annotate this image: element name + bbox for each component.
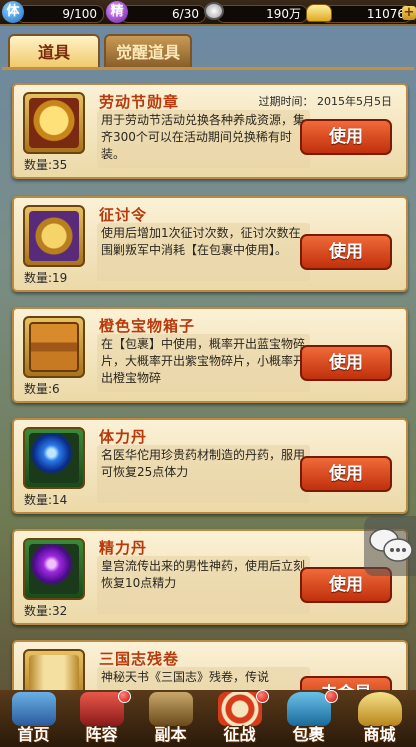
bottom-nav: 首页 阵容 副本 征战 包裹 商城 <box>0 690 416 747</box>
item-card: 数量:35 劳动节勋章 过期时间： 2015年5月5日 用于劳动节活动兑换各种养… <box>12 83 408 179</box>
item-icon-frame <box>23 205 85 267</box>
chat-bubbles-icon <box>369 528 413 562</box>
item-description: 名医华佗用珍贵药材制造的丹药，服用可恢复25点体力 <box>97 445 310 503</box>
stamina-stat: 9/100 体 <box>2 1 104 23</box>
nav-lineup[interactable]: 阵容 <box>72 690 131 747</box>
notification-badge <box>325 690 338 703</box>
chat-button[interactable] <box>364 516 416 576</box>
resource-bar: 9/100 体 6/30 精 190万 11076 + <box>0 0 416 26</box>
nav-label: 包裹 <box>292 725 325 744</box>
item-card: 数量:19 征讨令 使用后增加1次征讨次数，征讨次数在围剿叛军中消耗【在包裹中使… <box>12 196 408 292</box>
expiry-date: 2015年5月5日 <box>317 95 392 108</box>
blue-pill-icon <box>29 433 79 483</box>
tab-awakening-items[interactable]: 觉醒道具 <box>104 34 192 67</box>
item-description: 使用后增加1次征讨次数，征讨次数在围剿叛军中消耗【在包裹中使用】。 <box>97 223 310 281</box>
item-name: 橙色宝物箱子 <box>99 317 196 335</box>
use-button[interactable]: 使用 <box>300 119 392 155</box>
nav-home[interactable]: 首页 <box>4 690 63 747</box>
energy-stat: 6/30 精 <box>106 1 206 23</box>
energy-icon: 精 <box>106 1 128 23</box>
nav-dungeon[interactable]: 副本 <box>141 690 200 747</box>
nav-label: 阵容 <box>85 725 118 744</box>
item-icon-frame <box>23 427 85 489</box>
item-name: 体力丹 <box>99 428 148 446</box>
gold-ingot-icon <box>306 4 332 22</box>
add-gold-button[interactable]: + <box>402 6 416 20</box>
medal-icon <box>29 98 79 148</box>
nav-shop[interactable]: 商城 <box>350 690 409 747</box>
nav-bag[interactable]: 包裹 <box>279 690 338 747</box>
use-button[interactable]: 使用 <box>300 234 392 270</box>
item-quantity: 数量:19 <box>24 271 68 285</box>
stamina-icon: 体 <box>2 1 24 23</box>
nav-label: 副本 <box>154 725 187 744</box>
nav-label: 征战 <box>223 725 256 744</box>
item-expiry: 过期时间： 2015年5月5日 <box>259 93 393 109</box>
nav-label: 商城 <box>363 725 396 744</box>
treasure-chest-icon <box>29 322 79 372</box>
item-description: 皇宫流传出来的男性神药，使用后立刻恢复10点精力 <box>97 556 310 614</box>
item-card: 数量:14 体力丹 名医华佗用珍贵药材制造的丹药，服用可恢复25点体力 使用 <box>12 418 408 514</box>
item-description: 用于劳动节活动兑换各种养成资源，集齐300个可以在活动期间兑换稀有时装。 <box>97 110 310 168</box>
expiry-label: 过期时间： <box>258 95 314 108</box>
item-name: 精力丹 <box>99 539 148 557</box>
use-button[interactable]: 使用 <box>300 456 392 492</box>
energy-value: 6/30 <box>120 5 206 23</box>
item-quantity: 数量:32 <box>24 604 68 618</box>
item-icon-frame <box>23 316 85 378</box>
item-card: 数量:32 精力丹 皇宫流传出来的男性神药，使用后立刻恢复10点精力 使用 <box>12 529 408 625</box>
item-card: 数量:6 橙色宝物箱子 在【包裹】中使用，概率开出蓝宝物碎片，大概率开出紫宝物碎… <box>12 307 408 403</box>
coin-icon <box>204 2 224 20</box>
nav-battle[interactable]: 征战 <box>210 690 269 747</box>
stamina-value: 9/100 <box>16 5 104 23</box>
notification-badge <box>118 690 131 703</box>
nav-label: 首页 <box>17 725 50 744</box>
gold-stat: 11076 + <box>306 2 416 23</box>
use-button[interactable]: 使用 <box>300 345 392 381</box>
item-name: 征讨令 <box>99 206 148 224</box>
item-icon-frame <box>23 538 85 600</box>
item-list[interactable]: 数量:35 劳动节勋章 过期时间： 2015年5月5日 用于劳动节活动兑换各种养… <box>2 67 414 720</box>
item-quantity: 数量:6 <box>24 382 60 396</box>
token-icon <box>29 211 79 261</box>
tab-items[interactable]: 道具 <box>8 34 100 67</box>
notification-badge <box>256 690 269 703</box>
item-quantity: 数量:35 <box>24 158 68 172</box>
gold-value: 11076 <box>320 5 412 23</box>
coin-stat: 190万 <box>204 2 308 23</box>
item-quantity: 数量:14 <box>24 493 68 507</box>
item-icon-frame <box>23 92 85 154</box>
item-name: 劳动节勋章 <box>99 93 180 111</box>
coin-value: 190万 <box>216 5 308 23</box>
item-description: 在【包裹】中使用，概率开出蓝宝物碎片，大概率开出紫宝物碎片，小概率开出橙宝物碎 <box>97 334 310 392</box>
purple-pill-icon <box>29 544 79 594</box>
item-name: 三国志残卷 <box>99 650 180 668</box>
